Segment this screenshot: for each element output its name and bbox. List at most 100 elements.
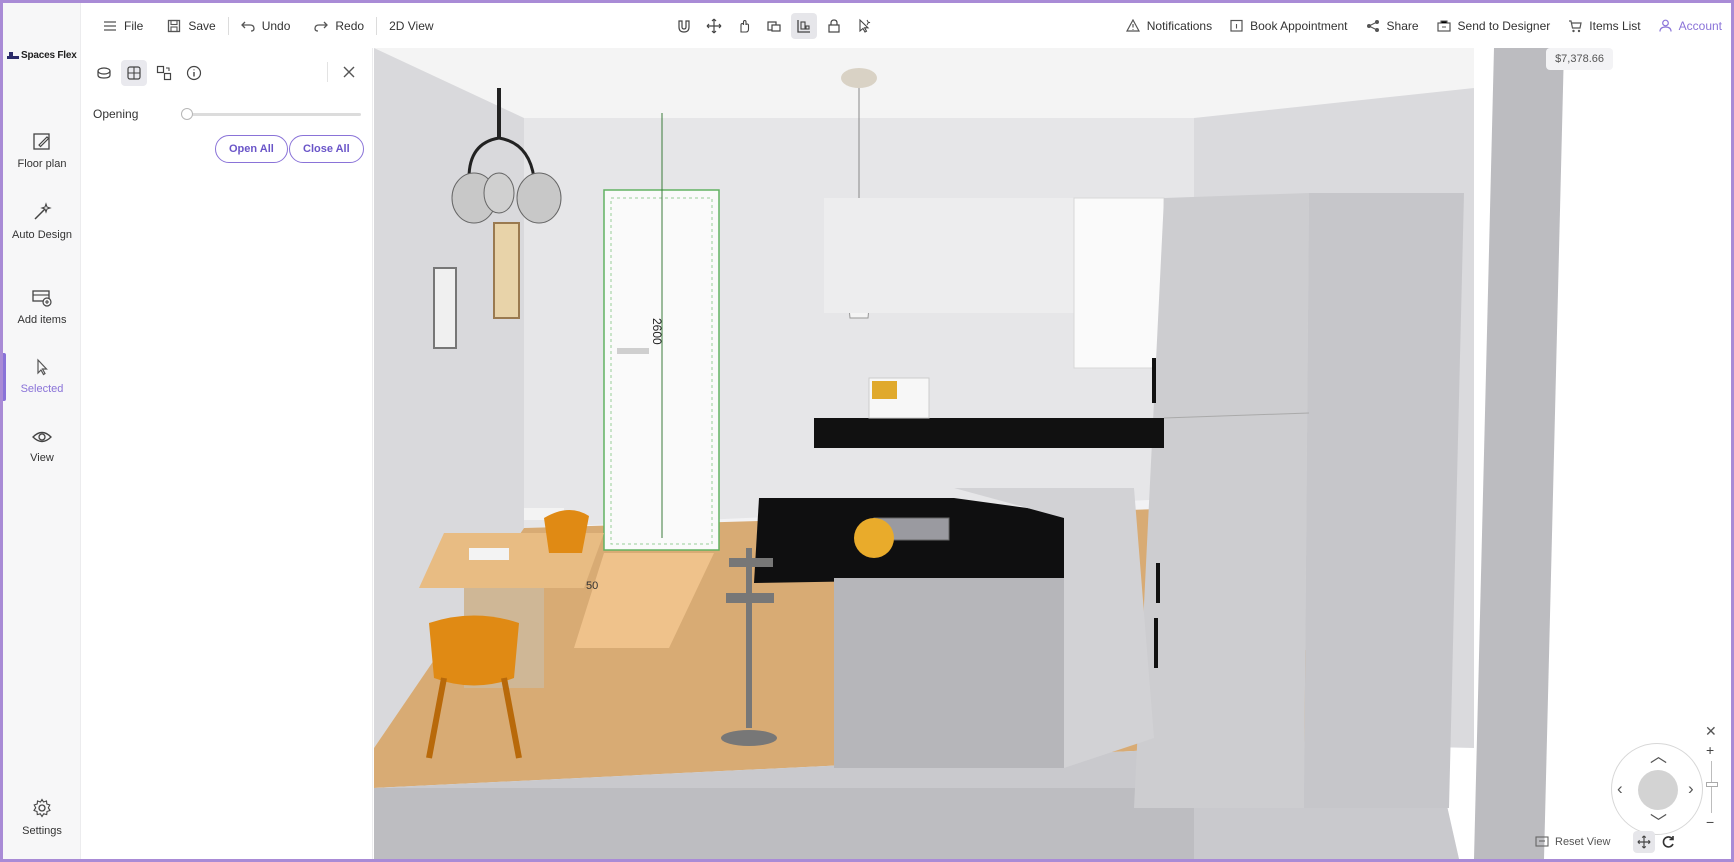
- account-label: Account: [1678, 18, 1722, 33]
- undo-button[interactable]: Undo: [229, 3, 303, 48]
- share-button[interactable]: Share: [1357, 3, 1428, 48]
- sidebar-item-auto-design[interactable]: Auto Design: [3, 202, 81, 241]
- warning-icon: [1125, 19, 1140, 32]
- cart-icon: [1569, 19, 1583, 32]
- navigator-close-button[interactable]: ✕: [1705, 723, 1717, 740]
- toolbar-tools: [671, 13, 877, 39]
- pan-icon: [1637, 835, 1651, 849]
- orbit-icon: [1662, 836, 1674, 848]
- tool-duplicate[interactable]: [761, 13, 787, 39]
- sidebar-item-label: Add items: [17, 314, 67, 326]
- opening-slider[interactable]: [181, 108, 361, 120]
- align-icon: [797, 20, 810, 33]
- floor-plan-icon: [33, 133, 50, 150]
- book-appointment-button[interactable]: Book Appointment: [1221, 3, 1356, 48]
- sidebar-item-label: Selected: [20, 383, 64, 395]
- tab-material[interactable]: [91, 60, 117, 86]
- calendar-icon: [1230, 19, 1243, 32]
- tab-info[interactable]: [181, 60, 207, 86]
- user-icon: [1659, 19, 1672, 32]
- cursor-icon: [37, 358, 48, 376]
- panel-close-button[interactable]: [338, 61, 360, 83]
- opening-label: Opening: [93, 107, 139, 121]
- kitchen-scene-render: 50: [374, 48, 1731, 859]
- zoom-slider[interactable]: + −: [1704, 743, 1720, 831]
- file-menu-button[interactable]: File: [91, 3, 155, 48]
- hamburger-icon: [104, 20, 116, 31]
- close-icon: [343, 66, 355, 78]
- panel-divider: [327, 62, 328, 82]
- view-2d-label: 2D View: [389, 18, 434, 33]
- sidebar-item-view[interactable]: View: [3, 429, 81, 464]
- slider-track: [181, 113, 361, 116]
- items-list-label: Items List: [1589, 18, 1641, 33]
- chevron-right-icon[interactable]: ›: [1688, 780, 1694, 797]
- sidebar-item-add-items[interactable]: Add items: [3, 287, 81, 326]
- tool-rotate[interactable]: [731, 13, 757, 39]
- tool-magnet[interactable]: [671, 13, 697, 39]
- file-label: File: [124, 18, 144, 33]
- sidebar-item-label: Settings: [22, 825, 62, 837]
- cabinet-doors-icon: [127, 66, 141, 80]
- material-icon: [97, 67, 111, 79]
- save-button[interactable]: Save: [155, 3, 227, 48]
- undo-label: Undo: [261, 18, 291, 33]
- designer-icon: [1436, 19, 1451, 32]
- redo-button[interactable]: Redo: [302, 3, 376, 48]
- tab-doors[interactable]: [121, 60, 147, 86]
- camera-navigator[interactable]: ︿ ﹀ ‹ ›: [1611, 743, 1703, 835]
- zoom-thumb[interactable]: [1706, 782, 1718, 787]
- view-2d-button[interactable]: 2D View: [377, 3, 445, 48]
- top-toolbar: File Save Undo Redo 2D View Notification…: [81, 3, 1731, 48]
- tab-replace[interactable]: [151, 60, 177, 86]
- save-label: Save: [188, 18, 216, 33]
- panel-tabs: [91, 60, 207, 86]
- tool-move[interactable]: [701, 13, 727, 39]
- open-all-button[interactable]: Open All: [215, 135, 288, 163]
- close-all-button[interactable]: Close All: [289, 135, 364, 163]
- undo-icon: [240, 21, 255, 32]
- sidebar-item-label: Auto Design: [12, 229, 72, 241]
- selected-item-panel: Opening Open All Close All: [81, 48, 373, 859]
- sidebar-item-selected[interactable]: Selected: [3, 358, 81, 395]
- share-icon: [1366, 19, 1379, 32]
- pan-mode-button[interactable]: [1633, 831, 1655, 853]
- items-list-button[interactable]: Items List: [1559, 3, 1649, 48]
- gear-icon: [33, 798, 51, 818]
- magnet-icon: [678, 20, 690, 33]
- zoom-out-icon[interactable]: −: [1706, 815, 1714, 829]
- navigator-knob[interactable]: [1638, 770, 1678, 810]
- redo-label: Redo: [335, 18, 365, 33]
- logo-icon: [7, 51, 19, 59]
- chevron-down-icon[interactable]: ﹀: [1650, 814, 1667, 831]
- notifications-button[interactable]: Notifications: [1117, 3, 1221, 48]
- hand-rotate-icon: [740, 19, 750, 33]
- send-to-designer-label: Send to Designer: [1457, 18, 1551, 33]
- tool-select[interactable]: [851, 13, 877, 39]
- duplicate-icon: [767, 21, 781, 32]
- account-button[interactable]: Account: [1650, 3, 1731, 48]
- sidebar-item-settings[interactable]: Settings: [3, 798, 81, 837]
- send-to-designer-button[interactable]: Send to Designer: [1428, 3, 1560, 48]
- book-appointment-label: Book Appointment: [1250, 18, 1348, 33]
- tool-lock[interactable]: [821, 13, 847, 39]
- chevron-up-icon[interactable]: ︿: [1650, 748, 1667, 765]
- share-label: Share: [1386, 18, 1419, 33]
- lock-icon: [828, 19, 840, 33]
- toolbar-right-group: Notifications Book Appointment Share Sen…: [1117, 3, 1731, 48]
- move-icon: [706, 18, 722, 34]
- reset-view-label: Reset View: [1555, 836, 1611, 848]
- select-cursor-icon: [859, 18, 871, 33]
- slider-thumb[interactable]: [181, 108, 193, 120]
- zoom-in-icon[interactable]: +: [1706, 743, 1714, 757]
- height-dimension: 2600: [650, 318, 664, 345]
- toolbar-left-group: File Save Undo Redo 2D View: [91, 3, 446, 48]
- tool-align[interactable]: [791, 13, 817, 39]
- chevron-left-icon[interactable]: ‹: [1617, 780, 1623, 797]
- add-items-icon: [32, 290, 52, 307]
- sidebar-item-floor-plan[interactable]: Floor plan: [3, 131, 81, 170]
- orbit-mode-button[interactable]: [1657, 831, 1679, 853]
- reset-view-button[interactable]: Reset View: [1535, 831, 1610, 853]
- width-dimension: 50: [586, 580, 598, 592]
- 3d-viewport[interactable]: 50 2600: [374, 48, 1731, 859]
